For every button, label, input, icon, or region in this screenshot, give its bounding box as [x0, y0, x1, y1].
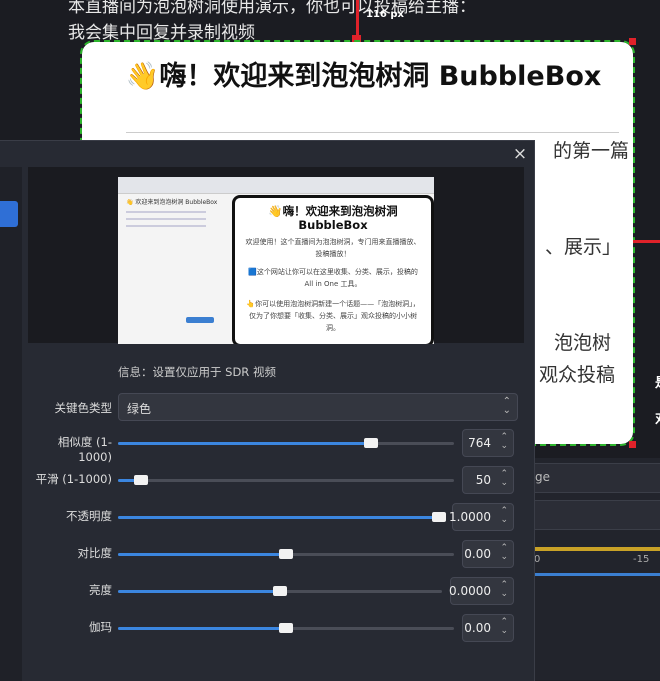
- opacity-slider-fill: [118, 516, 439, 519]
- contrast-slider-handle[interactable]: [279, 549, 293, 559]
- brightness-slider[interactable]: [118, 586, 442, 596]
- browser-bar: [118, 177, 434, 194]
- key-color-type-label: 关键色类型: [54, 401, 113, 415]
- thumbnail-button: [186, 317, 214, 323]
- stepper-arrows-icon[interactable]: ⌃ ⌄: [500, 470, 508, 488]
- resize-guide-line: [633, 240, 660, 243]
- similarity-slider-fill: [118, 442, 371, 445]
- stepper-arrows-icon[interactable]: ⌃ ⌄: [500, 581, 508, 599]
- opacity-slider[interactable]: [118, 512, 446, 522]
- thumbnail-line: [126, 225, 206, 227]
- preview-thumbnail: 👋 欢迎来到泡泡树洞 BubbleBox 👋嗨！欢迎来到泡泡树洞 BubbleB…: [118, 177, 434, 344]
- opacity-slider-handle[interactable]: [432, 512, 446, 522]
- gamma-label: 伽玛: [89, 620, 112, 634]
- card-text-fragment: 的第一篇: [552, 140, 629, 162]
- similarity-slider-handle[interactable]: [364, 438, 378, 448]
- background-input[interactable]: [534, 500, 660, 530]
- background-input-text: ge: [535, 470, 550, 484]
- thumbnail-line: [126, 218, 206, 220]
- opacity-label: 不透明度: [66, 509, 112, 523]
- smoothness-value: 50: [475, 473, 491, 487]
- chroma-key-filter-dialog: × 👋 欢迎来到泡泡树洞 BubbleBox 👋嗨！欢迎来到泡泡树洞 Bubbl…: [0, 140, 535, 681]
- card-title: 👋嗨！欢迎来到泡泡树洞 BubbleBox: [125, 61, 602, 92]
- card-divider: [126, 132, 619, 133]
- filter-list-item-selected[interactable]: [0, 201, 18, 227]
- thumbnail-card-title: 👋嗨！欢迎来到泡泡树洞 BubbleBox: [268, 204, 398, 232]
- similarity-label: 相似度 (1-1000): [57, 435, 112, 464]
- contrast-label: 对比度: [77, 546, 113, 560]
- gamma-slider[interactable]: [118, 623, 454, 633]
- brightness-spinbox[interactable]: 0.0000 ⌃ ⌄: [449, 577, 514, 605]
- smoothness-spinbox[interactable]: 50 ⌃ ⌄: [462, 466, 514, 494]
- gamma-slider-fill: [118, 627, 286, 630]
- smoothness-slider[interactable]: [118, 475, 454, 485]
- resize-handle[interactable]: [629, 38, 636, 45]
- card-text-fragment: 、展示」: [544, 236, 621, 258]
- filter-preview: 👋 欢迎来到泡泡树洞 BubbleBox 👋嗨！欢迎来到泡泡树洞 BubbleB…: [28, 167, 524, 344]
- brightness-label: 亮度: [89, 583, 112, 597]
- meter-tick-label: -15: [633, 554, 650, 565]
- stepper-arrows-icon[interactable]: ⌃ ⌄: [500, 507, 508, 525]
- key-color-type-value: 绿色: [127, 402, 152, 416]
- thumbnail-paragraph: 👆你可以使用泡泡树洞新建一个话题——「泡泡树洞」，仅为了你想要「收集、分类、展示…: [246, 300, 420, 332]
- thumbnail-page: 👋 欢迎来到泡泡树洞 BubbleBox: [126, 197, 224, 337]
- gamma-value: 0.00: [464, 621, 491, 635]
- brightness-slider-handle[interactable]: [273, 586, 287, 596]
- thumbnail-card: 👋嗨！欢迎来到泡泡树洞 BubbleBox 欢迎使用！这个直播间为泡泡树洞，专门…: [232, 195, 434, 344]
- card-text-fragment: 泡泡树: [553, 332, 611, 354]
- gamma-slider-handle[interactable]: [279, 623, 293, 633]
- thumbnail-line: [126, 211, 206, 213]
- chevron-updown-icon: ⌃ ⌄: [502, 396, 511, 416]
- thumbnail-paragraph: 🟦这个网站让你可以在这里收集、分类、展示，投稿的 All in One 工具。: [248, 268, 418, 288]
- contrast-value: 0.00: [464, 547, 491, 561]
- stepper-arrows-icon[interactable]: ⌃ ⌄: [500, 544, 508, 562]
- similarity-slider[interactable]: [118, 438, 454, 448]
- thumbnail-page-title: 👋 欢迎来到泡泡树洞 BubbleBox: [126, 199, 218, 206]
- smoothness-label: 平滑 (1-1000): [35, 472, 112, 486]
- stepper-arrows-icon[interactable]: ⌃ ⌄: [500, 618, 508, 636]
- background-input[interactable]: ge: [534, 463, 660, 493]
- volume-slider[interactable]: [534, 573, 660, 576]
- close-icon[interactable]: ×: [510, 144, 530, 164]
- smoothness-slider-handle[interactable]: [134, 475, 148, 485]
- filter-list: [0, 167, 22, 681]
- stepper-arrows-icon[interactable]: ⌃ ⌄: [500, 433, 508, 451]
- contrast-slider[interactable]: [118, 549, 454, 559]
- key-color-type-select[interactable]: 绿色 ⌃ ⌄: [118, 393, 518, 421]
- similarity-spinbox[interactable]: 764 ⌃ ⌄: [462, 429, 514, 457]
- contrast-spinbox[interactable]: 0.00 ⌃ ⌄: [462, 540, 514, 568]
- brightness-value: 0.0000: [449, 584, 491, 598]
- similarity-value: 764: [468, 436, 491, 450]
- contrast-slider-fill: [118, 553, 286, 556]
- background-text-line-2: 我会集中回复并录制视频: [68, 23, 255, 43]
- audio-meter: [534, 547, 660, 551]
- thumbnail-paragraph: 欢迎使用！这个直播间为泡泡树洞，专门用来直播播放、投稿播放！: [245, 238, 421, 258]
- guide-distance-label: 116 px: [366, 9, 404, 20]
- background-text-fragment: 对: [655, 408, 660, 427]
- background-text-line-1: 本直播间为泡泡树洞使用演示，你也可以投稿给主播：: [68, 0, 476, 17]
- card-text-fragment: 观众投稿: [538, 364, 615, 386]
- gamma-spinbox[interactable]: 0.00 ⌃ ⌄: [462, 614, 514, 642]
- info-text: 信息：设置仅应用于 SDR 视频: [118, 365, 276, 379]
- resize-handle[interactable]: [629, 441, 636, 448]
- brightness-slider-fill: [118, 590, 280, 593]
- opacity-spinbox[interactable]: 1.0000 ⌃ ⌄: [449, 503, 514, 531]
- opacity-value: 1.0000: [449, 510, 491, 524]
- background-text-fragment: 是: [655, 372, 660, 391]
